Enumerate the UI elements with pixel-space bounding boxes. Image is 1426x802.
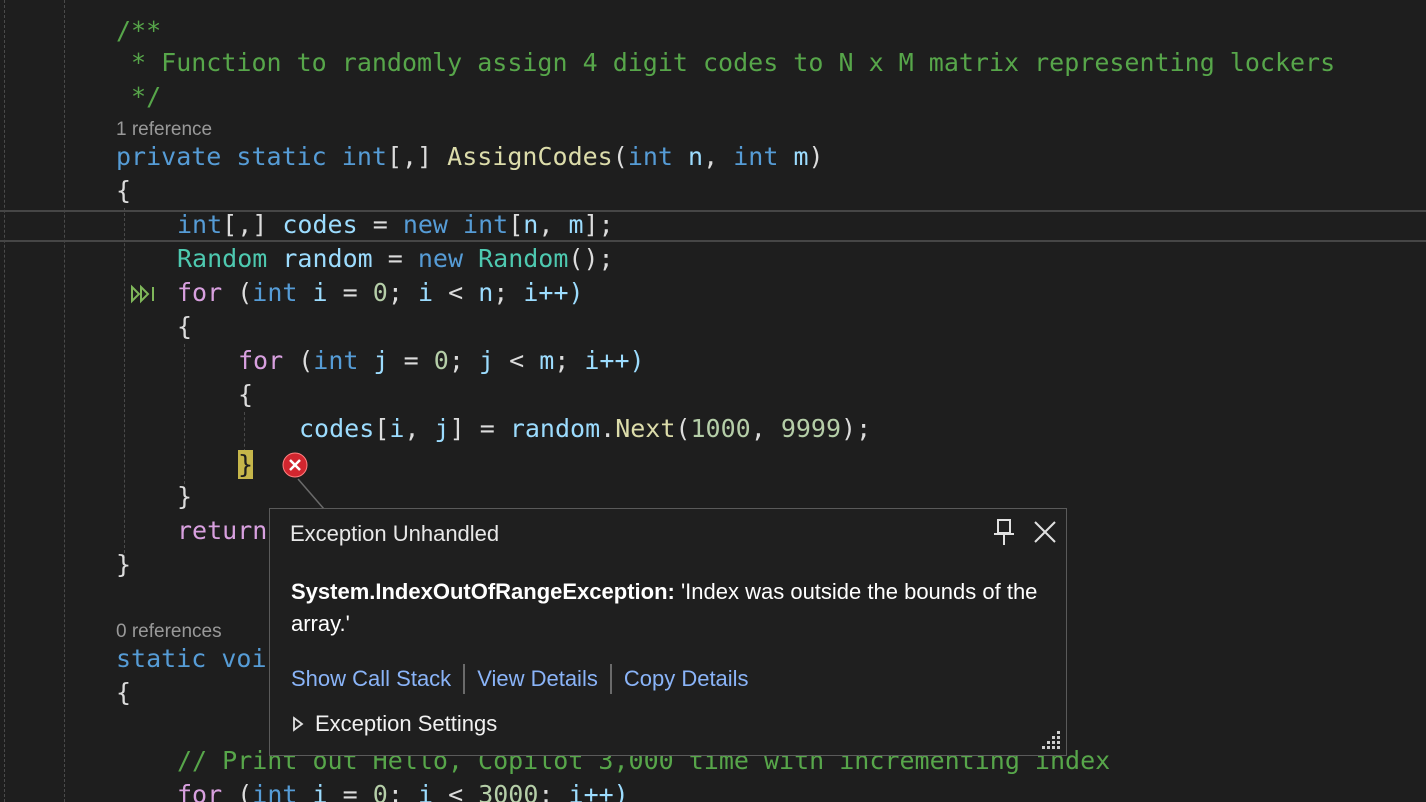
exception-popup: Exception Unhandled System.IndexOutOfRan… [269,508,1067,756]
close-icon[interactable] [1030,517,1060,547]
chevron-right-icon [293,716,304,732]
code-line-codes: int[,] codes = new int[n, m]; [177,210,614,239]
brace-open: { [238,380,254,409]
exception-settings-label: Exception Settings [315,711,498,736]
brace-close: } [177,482,193,511]
brace-open: { [116,176,132,205]
codelens-references[interactable]: 0 references [116,620,222,644]
indent-guide [244,412,245,452]
code-line-return: return [177,516,268,545]
indent-guide [124,208,125,558]
divider [463,664,466,694]
next-statement-icon[interactable] [130,284,160,304]
view-details-link[interactable]: View Details [477,666,598,692]
show-call-stack-link[interactable]: Show Call Stack [291,666,451,692]
indent-guide [184,344,185,484]
exception-message: System.IndexOutOfRangeException: 'Index … [291,576,1041,640]
code-line-for-i: for (int i = 0; i < n; i++) [177,278,584,307]
exception-title: Exception Unhandled [290,521,500,546]
exception-type: System.IndexOutOfRangeException: [291,579,675,604]
brace-close-highlighted: } [238,450,254,479]
codelens-references[interactable]: 1 reference [116,118,212,142]
exception-actions: Show Call Stack View Details Copy Detail… [291,662,749,696]
brace-close: } [116,550,132,579]
method-signature-main: static voi [116,644,267,673]
doc-comment-body: * Function to randomly assign 4 digit co… [116,48,1336,77]
indent-guide [4,0,5,802]
code-line-random: Random random = new Random(); [177,244,614,273]
resize-grip-icon[interactable] [1040,729,1062,751]
error-icon[interactable] [282,452,308,478]
code-line-assign: codes[i, j] = random.Next(1000, 9999); [299,414,872,443]
indent-guide [64,0,65,802]
divider [609,664,612,694]
code-editor[interactable]: /** * Function to randomly assign 4 digi… [0,0,1426,802]
brace-open: { [116,678,132,707]
copy-details-link[interactable]: Copy Details [624,666,749,692]
code-line-for-print: for (int i = 0; i < 3000; i++) [177,780,629,802]
code-line-for-j: for (int j = 0; j < m; i++) [238,346,645,375]
exception-settings-toggle[interactable]: Exception Settings [291,709,497,739]
method-signature: private static int[,] AssignCodes(int n,… [116,142,824,171]
doc-comment-close: */ [116,82,162,111]
pin-icon[interactable] [990,517,1018,547]
doc-comment-open: /** [116,16,162,45]
brace-open: { [177,312,193,341]
